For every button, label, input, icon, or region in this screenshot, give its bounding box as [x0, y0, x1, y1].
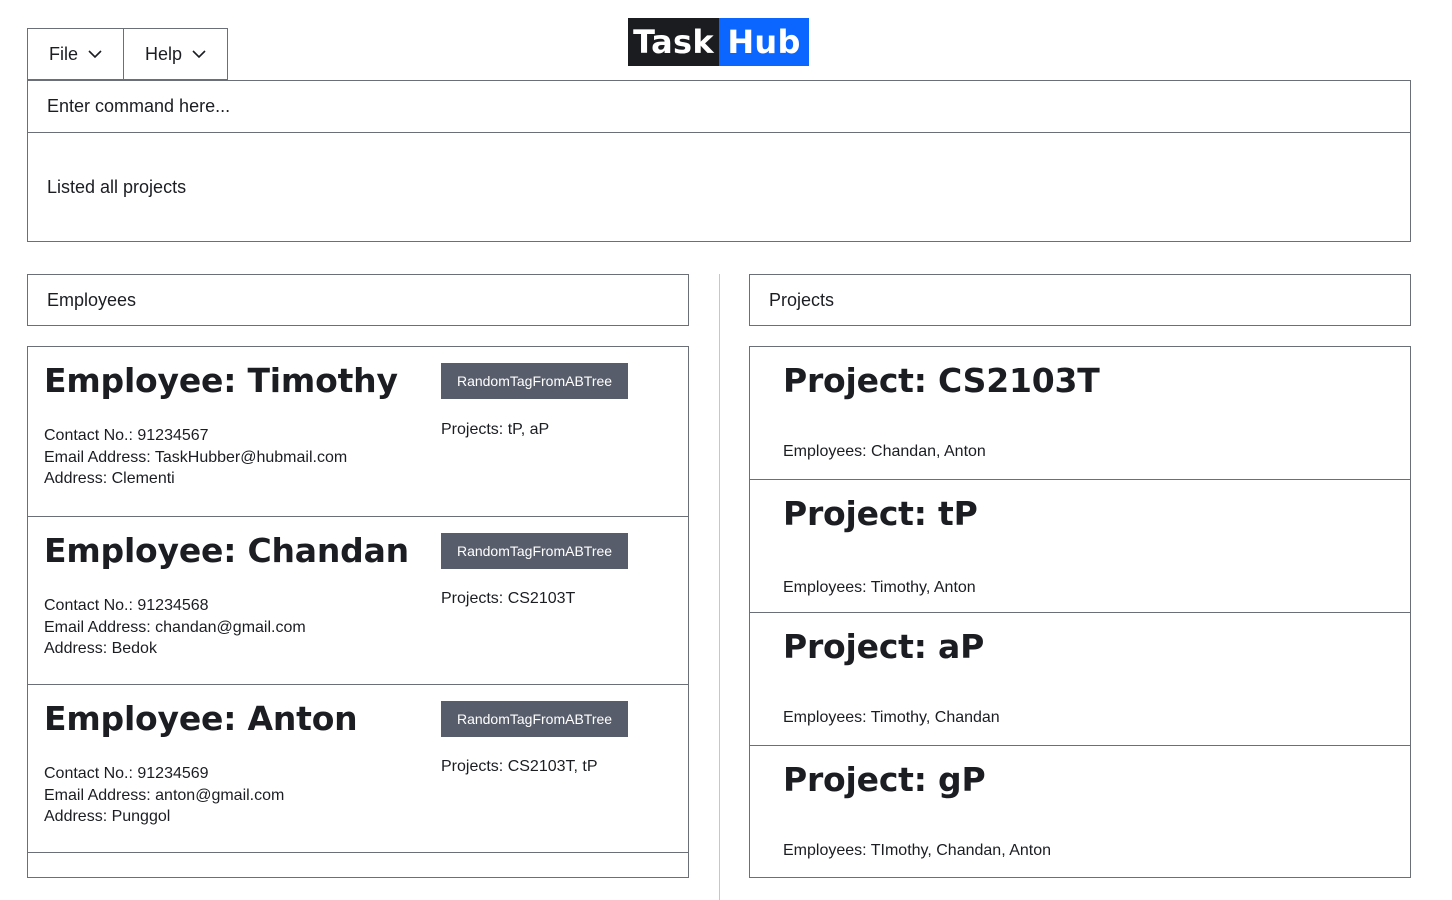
employee-projects: Projects: tP, aP [441, 421, 550, 438]
employee-name: Employee: Anton [44, 699, 358, 738]
logo-hub-part: Hub [719, 18, 809, 66]
employee-tag: RandomTagFromABTree [441, 533, 628, 569]
employee-name: Employee: Chandan [44, 531, 409, 570]
employee-contact: Contact No.: 91234568 [44, 597, 209, 614]
employee-card[interactable]: Employee: Chandan Contact No.: 91234568 … [28, 517, 688, 685]
employee-address: Address: Clementi [44, 470, 175, 487]
employee-projects: Projects: CS2103T, tP [441, 758, 598, 775]
project-employees: Employees: Timothy, Chandan [783, 709, 1000, 726]
employee-projects: Projects: CS2103T [441, 590, 576, 607]
employee-tag: RandomTagFromABTree [441, 363, 628, 399]
project-name: Project: aP [783, 627, 985, 666]
command-box[interactable] [27, 80, 1411, 133]
project-name: Project: CS2103T [783, 361, 1100, 400]
project-employees: Employees: TImothy, Chandan, Anton [783, 842, 1052, 859]
employee-address: Address: Punggol [44, 808, 171, 825]
help-menu-label: Help [144, 43, 183, 64]
project-card[interactable]: Project: gP Employees: TImothy, Chandan,… [750, 746, 1410, 877]
employee-email: Email Address: anton@gmail.com [44, 786, 285, 804]
employee-email: Email Address: chandan@gmail.com [44, 618, 306, 636]
result-text: Listed all projects [47, 176, 187, 197]
panel-divider[interactable] [719, 274, 720, 900]
taskhub-logo: Task Hub [628, 18, 809, 66]
project-employees: Employees: Timothy, Anton [783, 579, 976, 596]
result-display: Listed all projects [27, 132, 1411, 242]
projects-panel-header: Projects [749, 274, 1411, 326]
employee-contact: Contact No.: 91234569 [44, 765, 209, 782]
project-card[interactable]: Project: aP Employees: Timothy, Chandan [750, 613, 1410, 746]
project-name: Project: gP [783, 760, 986, 799]
chevron-down-icon [88, 49, 102, 58]
help-menu-button[interactable]: Help [123, 28, 228, 80]
project-card[interactable]: Project: tP Employees: Timothy, Anton [750, 480, 1410, 613]
employees-panel-title: Employees [47, 289, 137, 310]
projects-panel-title: Projects [769, 289, 835, 310]
employee-card[interactable]: Employee: Anton Contact No.: 91234569 Em… [28, 685, 688, 853]
project-list[interactable]: Project: CS2103T Employees: Chandan, Ant… [749, 346, 1411, 878]
employee-email: Email Address: TaskHubber@hubmail.com [44, 448, 348, 466]
file-menu-label: File [48, 43, 78, 64]
employee-details: Contact No.: 91234568 Email Address: cha… [44, 595, 306, 660]
employee-contact: Contact No.: 91234567 [44, 427, 209, 444]
project-card[interactable]: Project: CS2103T Employees: Chandan, Ant… [750, 347, 1410, 480]
project-name: Project: tP [783, 494, 978, 533]
project-employees: Employees: Chandan, Anton [783, 443, 986, 460]
employee-name: Employee: Timothy [44, 361, 398, 400]
employee-list[interactable]: Employee: Timothy Contact No.: 91234567 … [27, 346, 689, 878]
employees-panel-header: Employees [27, 274, 689, 326]
chevron-down-icon [192, 49, 206, 58]
command-input[interactable] [47, 96, 1410, 117]
file-menu-button[interactable]: File [27, 28, 124, 80]
employee-tag: RandomTagFromABTree [441, 701, 628, 737]
logo-task-part: Task [628, 18, 719, 66]
employee-details: Contact No.: 91234567 Email Address: Tas… [44, 425, 347, 490]
employee-card[interactable]: Employee: Timothy Contact No.: 91234567 … [28, 347, 688, 517]
employee-details: Contact No.: 91234569 Email Address: ant… [44, 763, 284, 828]
employee-address: Address: Bedok [44, 640, 157, 657]
